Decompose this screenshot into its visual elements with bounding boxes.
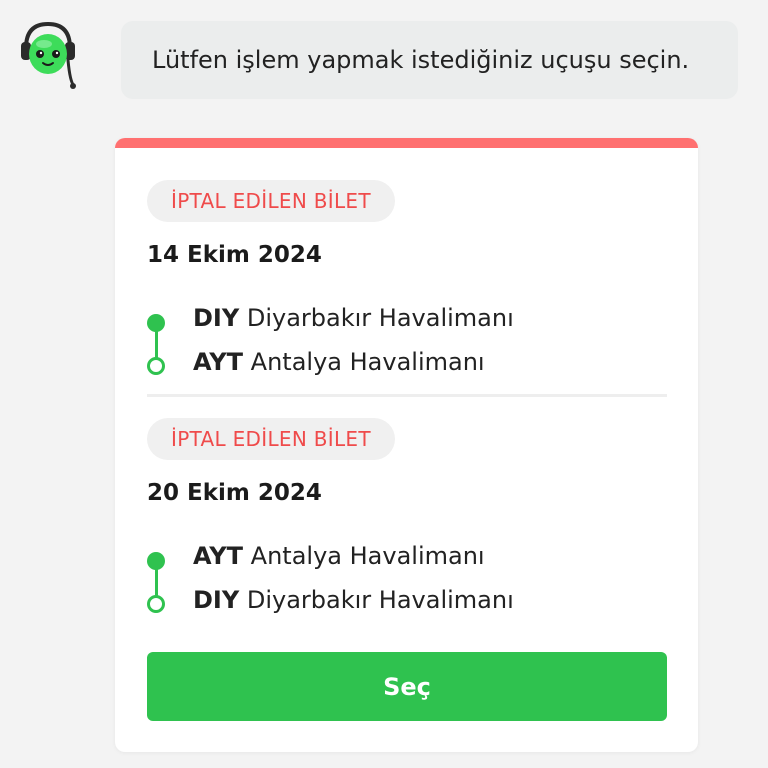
origin-code: AYT xyxy=(193,542,244,570)
card-status-bar xyxy=(115,138,698,148)
assistant-message-text: Lütfen işlem yapmak istediğiniz uçuşu se… xyxy=(152,46,690,74)
flight-item[interactable]: İPTAL EDİLEN BİLET 14 Ekim 2024 DIY Diya… xyxy=(147,180,667,392)
flight-item[interactable]: İPTAL EDİLEN BİLET 20 Ekim 2024 AYT Anta… xyxy=(147,418,667,630)
cancelled-ticket-badge: İPTAL EDİLEN BİLET xyxy=(147,418,395,460)
flight-date: 20 Ekim 2024 xyxy=(147,480,322,506)
destination-code: AYT xyxy=(193,348,244,376)
flight-date: 14 Ekim 2024 xyxy=(147,242,322,268)
destination-airport: DIY Diyarbakır Havalimanı xyxy=(193,586,514,614)
flight-route: AYT Antalya Havalimanı DIY Diyarbakır Ha… xyxy=(147,530,667,630)
destination-dot-icon xyxy=(147,595,165,613)
destination-dot-icon xyxy=(147,357,165,375)
destination-airport: AYT Antalya Havalimanı xyxy=(193,348,485,376)
chat-screen: Lütfen işlem yapmak istediğiniz uçuşu se… xyxy=(0,0,768,768)
select-flight-button[interactable]: Seç xyxy=(147,652,667,721)
route-line xyxy=(154,568,158,598)
origin-name: Antalya Havalimanı xyxy=(250,542,485,570)
origin-code: DIY xyxy=(193,304,240,332)
destination-code: DIY xyxy=(193,586,240,614)
support-bot-headset-icon xyxy=(21,21,76,89)
route-line xyxy=(154,330,158,360)
flight-route: DIY Diyarbakır Havalimanı AYT Antalya Ha… xyxy=(147,292,667,392)
support-bot-avatar xyxy=(20,18,76,90)
cancelled-ticket-badge: İPTAL EDİLEN BİLET xyxy=(147,180,395,222)
assistant-message-bubble: Lütfen işlem yapmak istediğiniz uçuşu se… xyxy=(121,21,738,99)
origin-airport: DIY Diyarbakır Havalimanı xyxy=(193,304,514,332)
destination-name: Diyarbakır Havalimanı xyxy=(246,586,514,614)
flight-selection-card[interactable]: İPTAL EDİLEN BİLET 14 Ekim 2024 DIY Diya… xyxy=(115,138,698,752)
origin-airport: AYT Antalya Havalimanı xyxy=(193,542,485,570)
destination-name: Antalya Havalimanı xyxy=(250,348,485,376)
origin-name: Diyarbakır Havalimanı xyxy=(246,304,514,332)
flight-divider xyxy=(147,394,667,397)
